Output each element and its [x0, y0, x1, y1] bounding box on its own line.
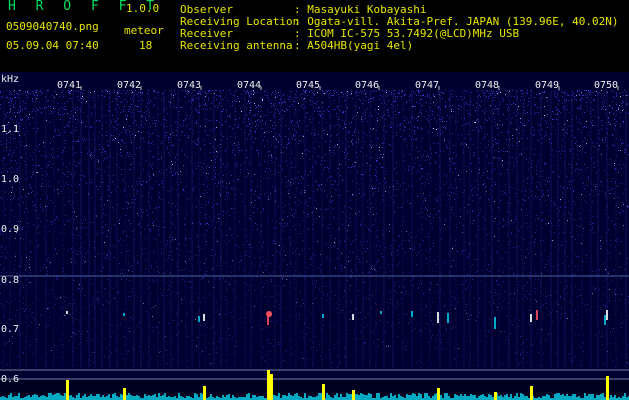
- meteor-label: meteor: [124, 24, 164, 37]
- freq-label-0-9: 0.9: [1, 224, 20, 235]
- time-label-0748: 0748: [475, 80, 500, 91]
- datetime: 05.09.04 07:40: [6, 39, 99, 52]
- freq-label-0-7: 0.7: [1, 324, 20, 335]
- time-label-0747: 0747: [415, 80, 440, 91]
- unit-label: kHz: [1, 74, 20, 85]
- freq-label-0-8: 0.8: [1, 275, 20, 286]
- antenna-value: : A504HB(yagi 4el): [294, 39, 414, 52]
- antenna-label: Receiving antenna: [180, 39, 293, 52]
- freq-label-0-6: 0.6: [1, 374, 20, 385]
- spectrogram-background: [0, 72, 629, 400]
- app-version: 1.0.0: [126, 2, 160, 15]
- time-label-0742: 0742: [117, 80, 142, 91]
- time-label-0745: 0745: [296, 80, 321, 91]
- freq-label-1-0: 1.0: [1, 174, 20, 185]
- time-label-0749: 0749: [535, 80, 560, 91]
- time-label-0750: 0750: [594, 80, 619, 91]
- meteor-count: 18: [139, 39, 153, 52]
- time-label-0746: 0746: [355, 80, 380, 91]
- time-label-0741: 0741: [57, 80, 82, 91]
- header-panel: H R O F F T 1.0.0 0509040740.png meteor …: [0, 0, 629, 72]
- file-name: 0509040740.png: [6, 20, 99, 33]
- time-label-0743: 0743: [177, 80, 202, 91]
- time-label-0744: 0744: [237, 80, 262, 91]
- freq-label-1-1: 1.1: [1, 124, 20, 135]
- spectrogram: [0, 72, 629, 400]
